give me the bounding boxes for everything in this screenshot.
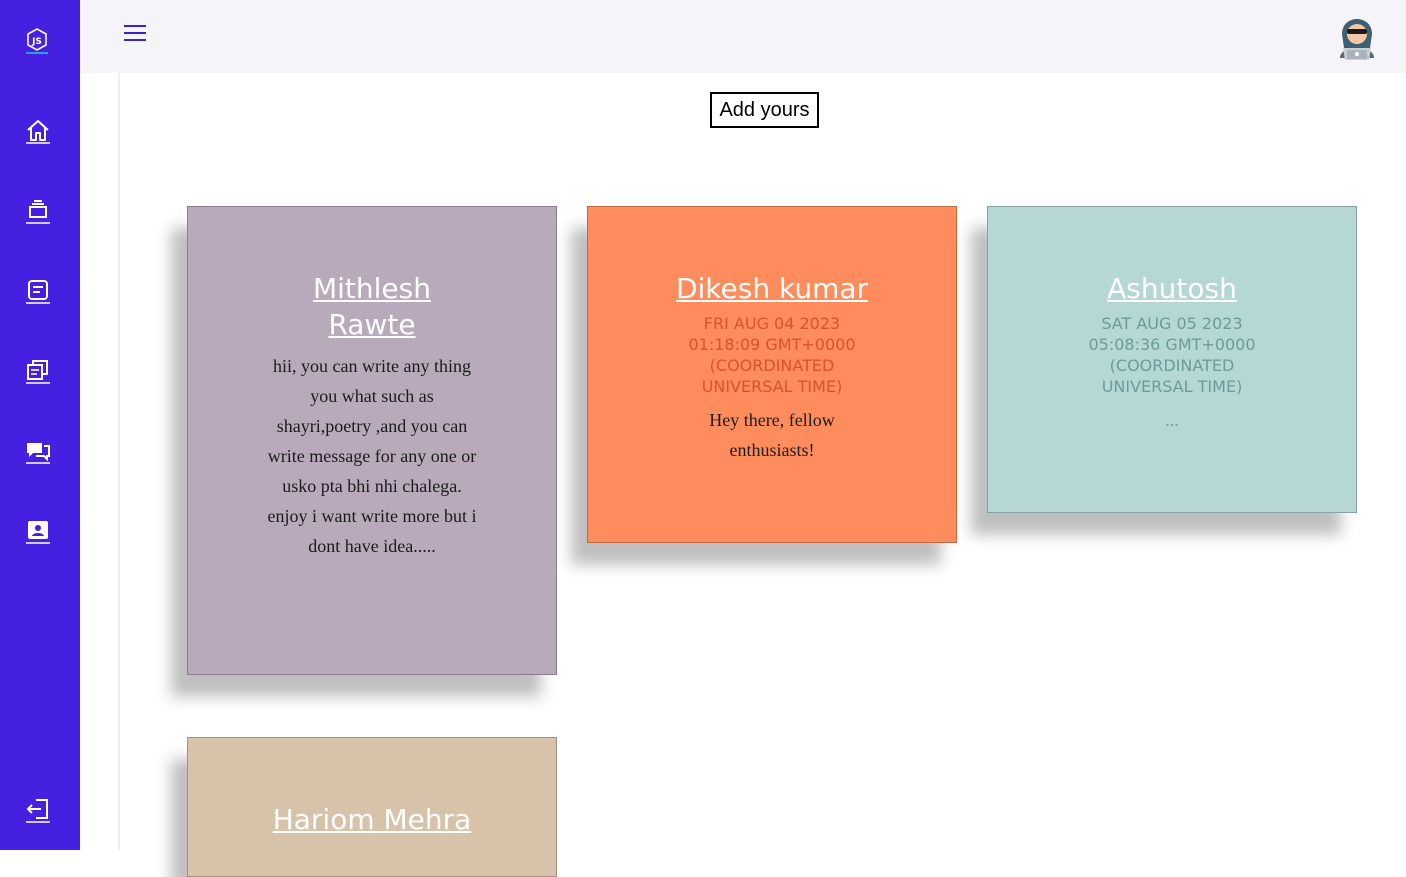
hamburger-icon[interactable] [124, 25, 146, 43]
nodejs-logo-icon[interactable]: JS [24, 26, 50, 54]
logout-icon[interactable] [24, 796, 52, 824]
chat-icon[interactable] [24, 437, 52, 465]
top-bar [80, 0, 1406, 73]
card-author-link[interactable]: Ashutosh [988, 271, 1356, 307]
card-date: FRI AUG 04 2023 01:18:09 GMT+0000 (COORD… [688, 314, 856, 396]
card-author-link[interactable]: Mithlesh Rawte [302, 271, 442, 343]
card-author-link[interactable]: Dikesh kumar [588, 271, 956, 307]
post-card: Mithlesh Rawte hii, you can write any th… [187, 206, 557, 675]
hacker-avatar-icon[interactable] [1334, 8, 1380, 60]
card-message: ... [1165, 410, 1179, 430]
post-card: Hariom Mehra [187, 737, 557, 877]
sidebar: JS [0, 0, 80, 850]
contact-card-icon[interactable] [24, 517, 52, 545]
add-yours-button[interactable]: Add yours [710, 92, 819, 128]
svg-text:JS: JS [31, 37, 42, 47]
post-card: Dikesh kumar FRI AUG 04 2023 01:18:09 GM… [587, 206, 957, 543]
note-icon[interactable] [24, 277, 52, 305]
card-author-link[interactable]: Hariom Mehra [188, 802, 556, 838]
documents-icon[interactable] [24, 357, 52, 385]
card-date: SAT AUG 05 2023 05:08:36 GMT+0000 (COORD… [1088, 314, 1256, 396]
card-message: hii, you can write any thing you what su… [267, 356, 477, 556]
content-divider [118, 73, 120, 850]
post-card: Ashutosh SAT AUG 05 2023 05:08:36 GMT+00… [987, 206, 1357, 513]
layers-icon[interactable] [24, 197, 52, 225]
home-icon[interactable] [24, 116, 52, 144]
card-message: Hey there, fellow enthusiasts! [709, 410, 835, 460]
